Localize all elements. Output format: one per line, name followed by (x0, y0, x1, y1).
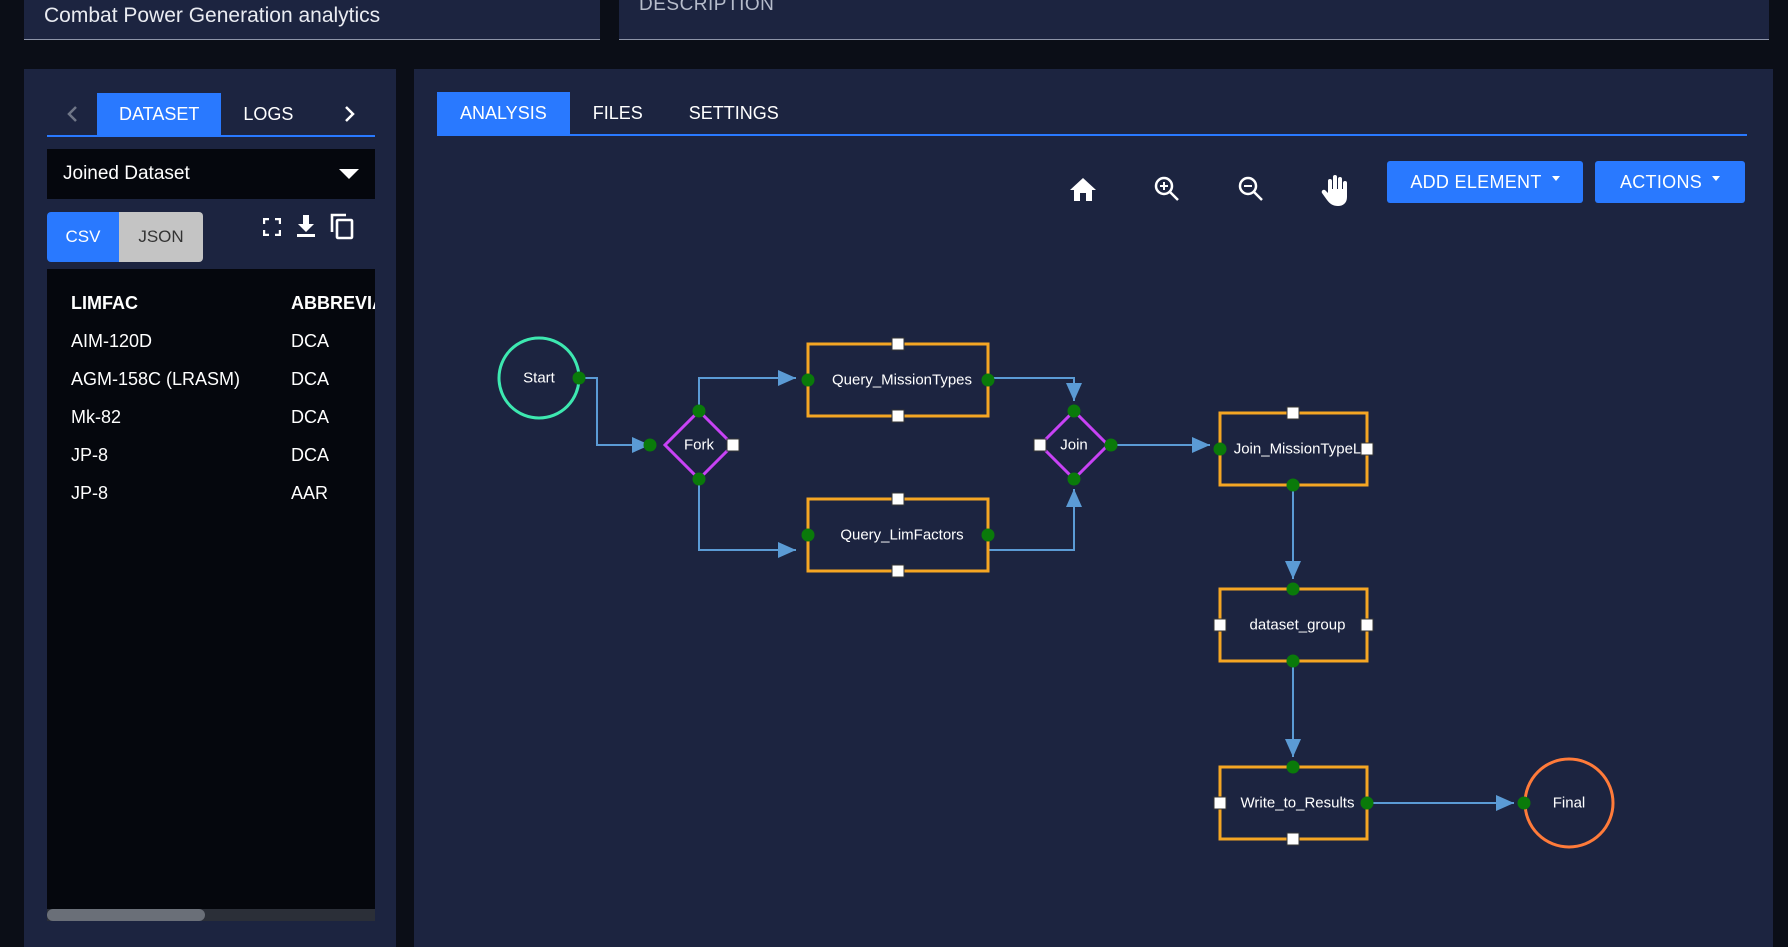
port-open (726, 438, 740, 452)
workflow-graph[interactable]: Start Final Fork Join Query_MissionTypes Quer… (414, 69, 1773, 947)
tabs-next-button[interactable] (325, 93, 375, 135)
edge-arrow (988, 489, 1082, 551)
description-field[interactable]: DESCRIPTION (619, 0, 1769, 40)
table-cell: JP-8 (71, 483, 109, 503)
port-connected (1213, 442, 1227, 456)
tab-logs[interactable]: LOGS (221, 93, 315, 135)
port-open (1213, 796, 1227, 810)
copy-button[interactable] (328, 211, 356, 241)
port-open (1033, 438, 1047, 452)
chevron-right-icon (345, 106, 355, 122)
analysis-panel: ANALYSIS FILES SETTINGS ADD ELEMENT ACTI… (414, 69, 1773, 947)
start-node-label: Start (523, 370, 556, 387)
edge-arrow (698, 479, 796, 558)
port-open (1213, 618, 1227, 632)
dataset-group-node-label: dataset_group (1250, 617, 1346, 634)
column-header[interactable]: LIMFAC (71, 293, 138, 314)
port-connected (981, 528, 995, 542)
dataset-select[interactable]: Joined Dataset (47, 149, 375, 199)
query-limfactors-node-label: Query_LimFactors (840, 527, 963, 544)
port-open (891, 564, 905, 578)
fullscreen-button[interactable] (261, 216, 283, 238)
port-connected (1286, 478, 1300, 492)
port-connected (1067, 404, 1081, 418)
fork-node-label: Fork (684, 437, 715, 454)
dataset-panel: DATASET LOGS Joined Dataset CSV JSON LIM… (24, 69, 396, 947)
analysis-title-value: Combat Power Generation analytics (44, 4, 381, 27)
table-cell: DCA (291, 369, 330, 389)
column-header[interactable]: ABBREVIA (291, 293, 375, 314)
port-connected (1286, 582, 1300, 596)
port-open (1286, 832, 1300, 846)
fullscreen-icon (263, 218, 281, 236)
edge-arrow (988, 377, 1082, 401)
csv-button[interactable]: CSV (47, 212, 119, 262)
port-connected (981, 373, 995, 387)
port-connected (801, 528, 815, 542)
left-tab-bar: DATASET LOGS (47, 93, 375, 137)
table-cell: DCA (291, 445, 330, 465)
port-connected (1286, 760, 1300, 774)
write-to-results-node-label: Write_to_Results (1241, 795, 1355, 812)
table-cell: DCA (291, 331, 330, 351)
description-label: DESCRIPTION (639, 0, 775, 15)
download-button[interactable] (294, 213, 318, 239)
port-connected (1067, 472, 1081, 486)
dataset-select-value: Joined Dataset (63, 163, 190, 184)
dataset-table: LIMFAC ABBREVIA AIM-120D DCA AGM-158C (L… (47, 269, 375, 921)
port-connected (1104, 438, 1118, 452)
query-missiontypes-node-label: Query_MissionTypes (832, 372, 972, 389)
table-cell: AGM-158C (LRASM) (71, 369, 241, 389)
table-cell: AAR (291, 483, 329, 503)
table-cell: AIM-120D (71, 331, 153, 351)
port-connected (1360, 796, 1374, 810)
table-cell: Mk-82 (71, 407, 122, 427)
port-connected (1286, 654, 1300, 668)
json-button[interactable]: JSON (119, 212, 203, 262)
port-connected (572, 371, 586, 385)
port-connected (692, 472, 706, 486)
copy-icon (330, 213, 354, 240)
tabs-prev-button[interactable] (47, 93, 97, 135)
port-connected (643, 438, 657, 452)
horizontal-scrollbar[interactable] (47, 909, 375, 921)
download-icon (297, 215, 315, 237)
analysis-title-field[interactable]: Combat Power Generation analytics (24, 0, 600, 40)
port-connected (801, 373, 815, 387)
port-open (1286, 406, 1300, 420)
tab-dataset[interactable]: DATASET (97, 93, 222, 135)
caret-down-icon (339, 169, 359, 179)
join-node-label: Join (1060, 437, 1088, 454)
port-connected (692, 404, 706, 418)
port-open (1360, 618, 1374, 632)
chevron-left-icon (67, 106, 77, 122)
port-open (891, 337, 905, 351)
edge-arrow (698, 370, 796, 411)
port-open (891, 492, 905, 506)
port-open (1360, 442, 1374, 456)
final-node-label: Final (1553, 795, 1586, 812)
table-cell: DCA (291, 407, 330, 427)
edge-arrow (579, 377, 650, 453)
port-connected (1517, 796, 1531, 810)
join-missiontype-node-label: Join_MissionTypeL (1234, 441, 1362, 458)
port-open (891, 409, 905, 423)
format-toggle: CSV JSON (47, 212, 203, 262)
table-cell: JP-8 (71, 445, 109, 465)
scrollbar-thumb[interactable] (47, 909, 205, 921)
